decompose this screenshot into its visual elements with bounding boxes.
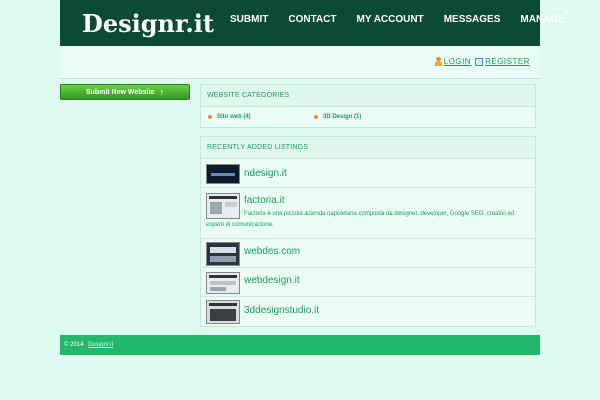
site-logo[interactable]: Designr.it <box>82 9 214 38</box>
bullet-icon <box>314 115 318 119</box>
listing-title[interactable]: webdes.com <box>244 246 300 257</box>
site-footer: © 2014 Designr.it <box>60 335 540 355</box>
listing-thumbnail[interactable] <box>206 272 240 294</box>
listing-item: webdesign.it <box>201 268 535 297</box>
listing-item: 3ddesignstudio.it <box>201 297 535 327</box>
category-label: 3D Design (1) <box>323 114 362 120</box>
copyright-text: © 2014 <box>64 342 84 348</box>
submit-button-label: Submit New Website <box>85 88 155 96</box>
categories-panel: WEBSITE CATEGORIES Sito web (4) 3D Desig… <box>200 84 536 128</box>
site-header: Designr.it SUBMIT CONTACT MY ACCOUNT MES… <box>60 0 565 46</box>
listing-title[interactable]: ndesign.it <box>244 168 287 179</box>
listing-item: factoria.it Factoria è una piccola azien… <box>201 188 535 239</box>
nav-messages[interactable]: MESSAGES <box>434 0 511 46</box>
nav-manage[interactable]: MANAGE <box>510 0 574 46</box>
nav-my-account[interactable]: MY ACCOUNT <box>346 0 433 46</box>
bullet-icon <box>208 115 212 119</box>
listing-title[interactable]: webdesign.it <box>244 275 300 286</box>
listing-title[interactable]: 3ddesignstudio.it <box>244 305 319 316</box>
user-icon <box>434 57 442 66</box>
up-arrow-icon: ↑ <box>159 87 165 97</box>
listing-item: webdes.com <box>201 239 535 268</box>
categories-heading: WEBSITE CATEGORIES <box>201 85 535 107</box>
listing-thumbnail[interactable] <box>206 242 240 266</box>
auth-bar: LOGIN REGISTER <box>60 46 540 79</box>
recent-listings-heading: RECENTLY ADDED LISTINGS <box>201 137 535 159</box>
category-label: Sito web (4) <box>217 114 251 120</box>
register-icon <box>475 57 484 66</box>
listing-thumbnail[interactable] <box>206 164 240 184</box>
listing-title[interactable]: factoria.it <box>244 195 285 206</box>
footer-site-link[interactable]: Designr.it <box>88 342 113 348</box>
submit-new-website-button[interactable]: Submit New Website ↑ <box>60 84 190 100</box>
nav-submit[interactable]: SUBMIT <box>220 0 278 46</box>
auth-links: LOGIN REGISTER <box>434 57 534 66</box>
register-link[interactable]: REGISTER <box>485 57 530 66</box>
recent-listings-panel: RECENTLY ADDED LISTINGS ndesign.it facto… <box>200 136 536 327</box>
category-3d-design[interactable]: 3D Design (1) <box>314 114 361 120</box>
listing-item: ndesign.it <box>201 159 535 188</box>
category-sito-web[interactable]: Sito web (4) <box>208 114 251 120</box>
main-nav: SUBMIT CONTACT MY ACCOUNT MESSAGES MANAG… <box>220 0 575 46</box>
listing-description: Factoria è una piccola azienda napoletan… <box>206 211 515 228</box>
nav-contact[interactable]: CONTACT <box>278 0 346 46</box>
category-list: Sito web (4) 3D Design (1) <box>201 107 535 128</box>
listing-thumbnail[interactable] <box>206 300 240 324</box>
login-link[interactable]: LOGIN <box>444 57 471 66</box>
